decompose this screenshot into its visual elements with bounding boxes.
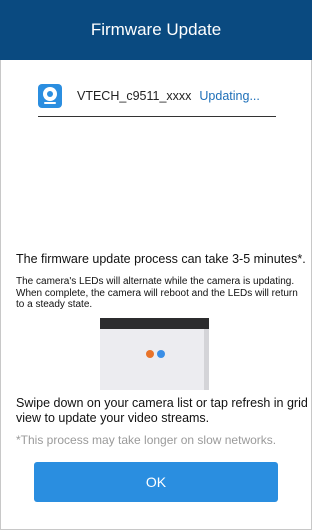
device-row: VTECH_c9511_xxxx Updating... [38,82,276,117]
camera-top-bar [100,318,209,329]
orange-led-icon [146,350,154,358]
refresh-instructions: Swipe down on your camera list or tap re… [16,396,308,425]
blue-led-icon [157,350,165,358]
camera-led-illustration [100,318,209,390]
app-header: Firmware Update [0,0,312,60]
device-status: Updating... [199,89,260,103]
led-info-text: The camera's LEDs will alternate while t… [16,276,298,310]
camera-icon [38,84,62,108]
update-duration-text: The firmware update process can take 3-5… [16,252,306,266]
page-title: Firmware Update [90,20,222,39]
ok-button[interactable]: OK [34,462,278,502]
footnote: *This process may take longer on slow ne… [16,433,277,447]
device-name: VTECH_c9511_xxxx [77,89,192,103]
camera-edge [204,329,209,390]
